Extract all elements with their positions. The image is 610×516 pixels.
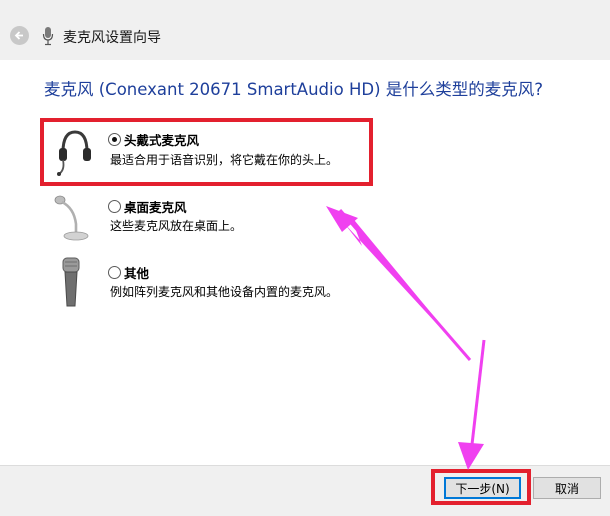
option-other-description: 例如阵列麦克风和其他设备内置的麦克风。 bbox=[110, 285, 339, 299]
cancel-button[interactable]: 取消 bbox=[533, 477, 601, 499]
option-other-label: 其他 bbox=[124, 266, 150, 281]
wizard-header: 麦克风设置向导 bbox=[0, 0, 610, 60]
radio-desktop[interactable] bbox=[108, 200, 121, 213]
option-desktop-label: 桌面麦克风 bbox=[124, 200, 187, 215]
page-heading: 麦克风 (Conexant 20671 SmartAudio HD) 是什么类型… bbox=[44, 80, 544, 99]
handheld-microphone-icon bbox=[62, 257, 80, 307]
radio-other[interactable] bbox=[108, 266, 121, 279]
option-desktop-description: 这些麦克风放在桌面上。 bbox=[110, 219, 243, 233]
back-button[interactable] bbox=[10, 26, 29, 45]
back-arrow-icon bbox=[14, 31, 23, 40]
window-title: 麦克风设置向导 bbox=[63, 30, 161, 46]
microphone-icon bbox=[42, 27, 54, 46]
desk-microphone-icon bbox=[54, 195, 89, 241]
annotation-highlight-headset bbox=[40, 118, 373, 186]
annotation-highlight-next bbox=[431, 469, 531, 505]
